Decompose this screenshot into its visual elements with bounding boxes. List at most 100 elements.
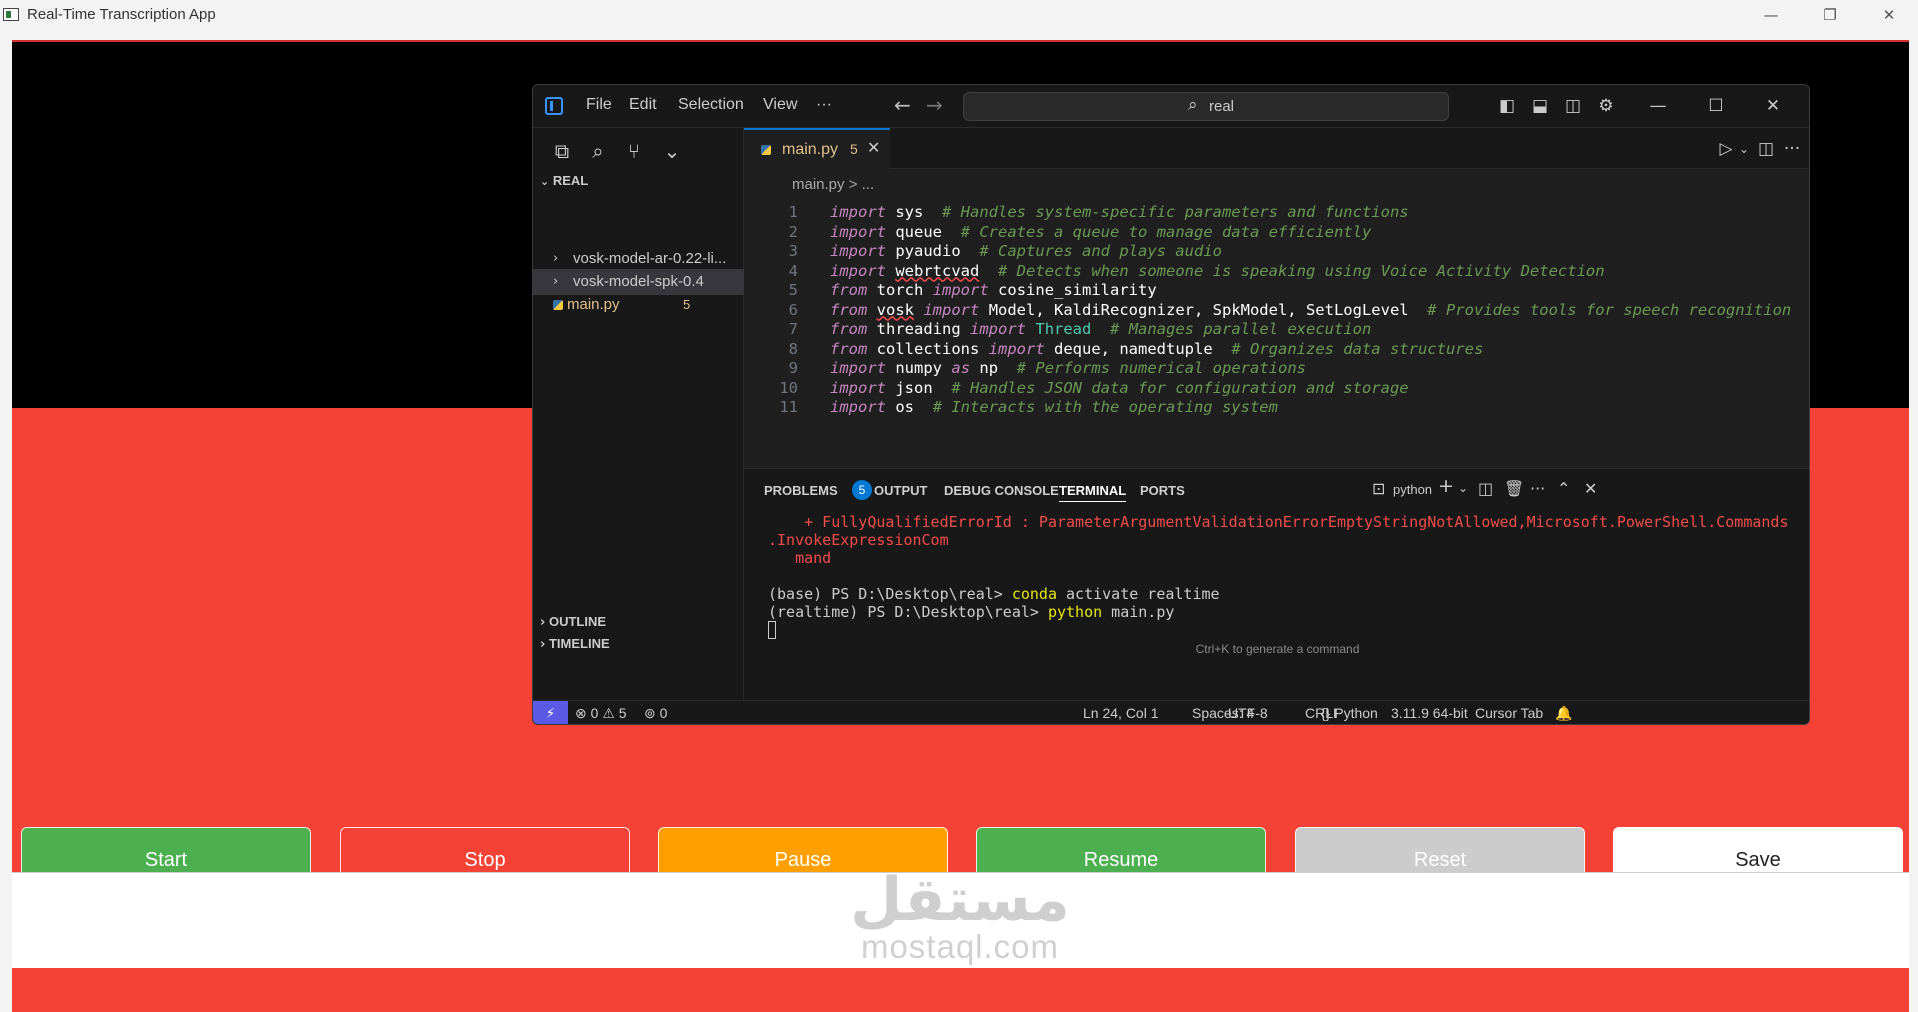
- ports-status[interactable]: ⊚ 0: [644, 705, 667, 722]
- encoding[interactable]: UTF-8: [1228, 705, 1268, 721]
- tab-close-icon[interactable]: ✕: [867, 138, 880, 157]
- terminal-hint: Ctrl+K to generate a command: [1195, 642, 1360, 656]
- restore-button[interactable]: ❐: [1810, 2, 1850, 28]
- code-token: import: [970, 320, 1027, 338]
- code-token: as: [951, 359, 971, 377]
- search-view-icon[interactable]: ⌕: [583, 136, 613, 166]
- code-token: import: [932, 281, 989, 299]
- chevron-up-icon[interactable]: ⌃: [1557, 479, 1570, 498]
- error-count: 0: [590, 705, 599, 721]
- back-arrow-icon[interactable]: ←: [894, 93, 911, 117]
- explorer-icon[interactable]: ⧉: [547, 136, 577, 166]
- toggle-panel-icon[interactable]: ⬓: [1528, 94, 1552, 118]
- tab-main-py[interactable]: main.py 5 ✕: [744, 128, 890, 169]
- close-button[interactable]: ✕: [1869, 2, 1909, 28]
- code-token: # Performs numerical operations: [1016, 359, 1307, 377]
- code-token: # Organizes data structures: [1231, 339, 1484, 358]
- problem-count: 5: [683, 297, 691, 312]
- breadcrumb[interactable]: main.py > ...: [792, 176, 874, 193]
- menu-selection[interactable]: Selection: [678, 96, 744, 114]
- python-interpreter[interactable]: 3.11.9 64-bit: [1391, 705, 1468, 721]
- code-token: deque, namedtuple: [1054, 339, 1213, 358]
- minimize-button[interactable]: —: [1751, 2, 1791, 28]
- remote-icon[interactable]: ⚡: [533, 701, 568, 724]
- vscode-close-icon[interactable]: ✕: [1761, 94, 1785, 118]
- toggle-secondary-sidebar-icon[interactable]: ◫: [1561, 94, 1585, 118]
- cursor-tab-status[interactable]: Cursor Tab: [1475, 705, 1543, 721]
- tab-terminal[interactable]: TERMINAL: [1059, 483, 1127, 502]
- more-actions-icon[interactable]: ···: [1530, 479, 1545, 498]
- tab-ports[interactable]: PORTS: [1140, 483, 1185, 498]
- close-panel-icon[interactable]: ✕: [1584, 479, 1597, 498]
- menu-more[interactable]: ···: [816, 96, 832, 114]
- code-token: from: [830, 281, 868, 299]
- toggle-sidebar-icon[interactable]: ◧: [1495, 94, 1519, 118]
- code-token: import: [830, 222, 886, 241]
- source-control-icon[interactable]: ⑂: [619, 136, 649, 166]
- outline-section[interactable]: › OUTLINE: [540, 614, 606, 630]
- code-token: # Provides tools for speech recognition: [1427, 300, 1792, 319]
- window-title: Real-Time Transcription App: [27, 6, 216, 23]
- code-token: # Manages parallel execution: [1110, 320, 1372, 338]
- chevron-down-icon: ⌄: [540, 175, 550, 188]
- code-token: # Creates a queue to manage data efficie…: [960, 222, 1372, 241]
- timeline-label: TIMELINE: [548, 636, 610, 651]
- language-mode[interactable]: {} Python: [1321, 705, 1378, 721]
- command-center-search[interactable]: ⌕ real: [963, 92, 1449, 121]
- cursor-position[interactable]: Ln 24, Col 1: [1083, 705, 1159, 721]
- terminal-args: main.py: [1102, 603, 1175, 621]
- menu-file[interactable]: File: [586, 96, 612, 114]
- chevron-down-icon[interactable]: ⌄: [1732, 137, 1756, 161]
- terminal-output[interactable]: + FullyQualifiedErrorId : ParameterArgum…: [768, 513, 1808, 639]
- chevron-down-icon[interactable]: ⌄: [1458, 481, 1468, 495]
- tab-output[interactable]: OUTPUT: [874, 483, 927, 498]
- terminal-shell-label[interactable]: python: [1393, 482, 1432, 497]
- timeline-section[interactable]: › TIMELINE: [540, 636, 610, 652]
- editor-area: main.py 5 ✕ ▷ ⌄ ◫ ··· main.py > ... 1 imp…: [744, 128, 1809, 468]
- more-actions-icon[interactable]: ···: [1780, 137, 1804, 161]
- terminal-error-line: .InvokeExpressionCom: [768, 531, 949, 549]
- new-terminal-icon[interactable]: +: [1438, 475, 1454, 497]
- code-token: threading: [876, 320, 961, 338]
- tab-problems[interactable]: PROBLEMS: [764, 483, 838, 498]
- terminal-args: activate realtime: [1057, 585, 1220, 603]
- bell-icon[interactable]: 🔔: [1555, 705, 1572, 722]
- forward-arrow-icon[interactable]: →: [926, 93, 943, 117]
- code-token: # Detects when someone is speaking using…: [998, 261, 1605, 280]
- split-editor-icon[interactable]: ◫: [1754, 137, 1778, 161]
- explorer-root[interactable]: ⌄ REAL: [540, 173, 588, 188]
- outline-label: OUTLINE: [548, 614, 607, 629]
- trash-icon[interactable]: 🗑: [1504, 479, 1524, 498]
- menu-view[interactable]: View: [763, 96, 797, 114]
- code-token: webrtcvad: [895, 261, 980, 280]
- code-token: # Captures and plays audio: [979, 242, 1222, 260]
- gear-icon[interactable]: ⚙: [1594, 94, 1618, 118]
- problems-status[interactable]: ⊗ 0 ⚠ 5: [575, 705, 627, 722]
- code-token: numpy: [895, 359, 943, 377]
- tree-item-file[interactable]: main.py 5: [533, 292, 744, 318]
- code-token: cosine_similarity: [998, 281, 1157, 299]
- terminal-line: (base) PS D:\Desktop\real> conda activat…: [768, 585, 1808, 603]
- line-number: 11: [779, 398, 798, 416]
- menu-edit[interactable]: Edit: [629, 96, 657, 114]
- bottom-panel: PROBLEMS 5 OUTPUT DEBUG CONSOLE TERMINAL…: [744, 468, 1809, 700]
- tab-debug-console[interactable]: DEBUG CONSOLE: [944, 483, 1059, 498]
- vscode-minimize-icon[interactable]: —: [1646, 94, 1670, 118]
- error-icon: ⊗: [575, 705, 587, 721]
- code-editor[interactable]: 1 import sys # Handles system-specific pa…: [744, 200, 1809, 468]
- split-terminal-icon[interactable]: ◫: [1478, 479, 1493, 498]
- code-token: json: [895, 378, 933, 397]
- vscode-maximize-icon[interactable]: ☐: [1704, 94, 1728, 118]
- vscode-window: File Edit Selection View ··· ← → ⌕ real …: [532, 84, 1810, 725]
- chevron-down-icon[interactable]: ⌄: [657, 136, 687, 166]
